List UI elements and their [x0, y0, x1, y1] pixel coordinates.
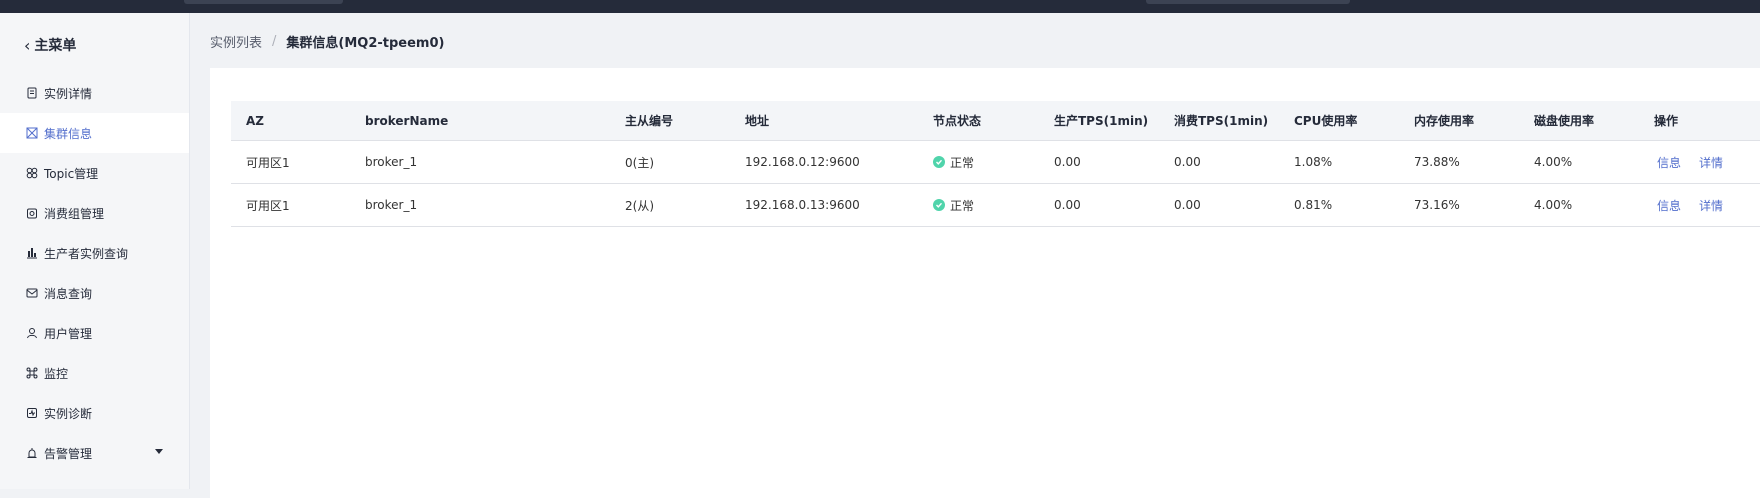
sidebar-item-label: 消费组管理 — [44, 206, 105, 221]
sidebar-item-monitor[interactable]: 监控 — [0, 353, 189, 393]
info-link[interactable]: 信息 — [1657, 141, 1681, 183]
sidebar-item-label: 集群信息 — [44, 126, 93, 141]
sidebar-item-label: 用户管理 — [44, 326, 93, 341]
grid-icon — [26, 167, 38, 179]
cell-mem: 73.16% — [1414, 198, 1460, 212]
breadcrumb-parent-link[interactable]: 实例列表 — [210, 32, 262, 51]
table-row: 可用区1 broker_1 0(主) 192.168.0.12:9600 正常 … — [231, 141, 1760, 184]
column-header-mem: 内存使用率 — [1414, 114, 1475, 128]
column-header-broker-name: brokerName — [365, 113, 449, 128]
info-link[interactable]: 信息 — [1657, 184, 1681, 226]
table-row: 可用区1 broker_1 2(从) 192.168.0.13:9600 正常 … — [231, 184, 1760, 227]
cell-status: 正常 — [933, 141, 974, 183]
sidebar-item-label: Topic管理 — [44, 166, 99, 181]
sidebar-item-label: 实例详情 — [44, 86, 93, 101]
check-circle-icon — [933, 156, 945, 168]
column-header-status: 节点状态 — [933, 114, 982, 128]
diagnose-icon — [26, 407, 38, 419]
sidebar-item-cluster-info[interactable]: 集群信息 — [0, 113, 189, 153]
bar-chart-icon — [26, 247, 38, 259]
column-header-produce-tps: 生产TPS(1min) — [1054, 114, 1149, 128]
column-header-cpu: CPU使用率 — [1294, 114, 1358, 128]
sidebar-item-instance-detail[interactable]: 实例详情 — [0, 73, 189, 113]
cell-mem: 73.88% — [1414, 155, 1460, 169]
cell-address: 192.168.0.13:9600 — [745, 198, 860, 212]
document-icon — [26, 87, 38, 99]
top-search-box[interactable] — [184, 0, 343, 4]
sidebar-item-alarm[interactable]: 告警管理 — [0, 433, 189, 473]
sidebar-item-label: 告警管理 — [44, 446, 93, 461]
sidebar-item-label: 监控 — [44, 366, 69, 381]
back-label: 主菜单 — [34, 38, 77, 54]
monitor-icon — [26, 367, 38, 379]
breadcrumb: 实例列表 / 集群信息(MQ2-tpeem0) — [210, 32, 444, 51]
detail-link[interactable]: 详情 — [1699, 184, 1723, 226]
column-header-operation: 操作 — [1654, 114, 1679, 128]
detail-link[interactable]: 详情 — [1699, 141, 1723, 183]
sidebar-item-message-query[interactable]: 消息查询 — [0, 273, 189, 313]
sidebar-item-label: 实例诊断 — [44, 406, 93, 421]
cell-produce-tps: 0.00 — [1054, 198, 1081, 212]
column-header-disk: 磁盘使用率 — [1534, 114, 1595, 128]
cell-role: 2(从) — [625, 198, 654, 213]
sidebar-item-label: 生产者实例查询 — [44, 246, 129, 261]
sidebar-item-diagnose[interactable]: 实例诊断 — [0, 393, 189, 433]
top-right-box[interactable] — [1146, 0, 1350, 4]
chevron-left-icon: ‹ — [24, 35, 31, 55]
cell-disk: 4.00% — [1534, 198, 1573, 212]
column-header-address: 地址 — [745, 114, 770, 128]
caret-down-icon[interactable] — [155, 449, 163, 454]
cell-broker-name: broker_1 — [365, 155, 418, 169]
sidebar-item-label: 消息查询 — [44, 286, 93, 301]
sidebar: ‹ 主菜单 实例详情 集群信息 Topic管理 消费组管理 生产者实例查询 消息… — [0, 13, 190, 489]
breadcrumb-current: 集群信息(MQ2-tpeem0) — [286, 36, 445, 51]
alarm-icon — [26, 447, 38, 459]
cell-consume-tps: 0.00 — [1174, 155, 1201, 169]
cluster-table: AZ brokerName 主从编号 地址 节点状态 生产TPS(1min) 消… — [231, 101, 1760, 227]
cell-consume-tps: 0.00 — [1174, 198, 1201, 212]
group-icon — [26, 207, 38, 219]
cell-disk: 4.00% — [1534, 155, 1573, 169]
cluster-card: AZ brokerName 主从编号 地址 节点状态 生产TPS(1min) 消… — [210, 68, 1760, 498]
message-icon — [26, 287, 38, 299]
cell-broker-name: broker_1 — [365, 198, 418, 212]
sidebar-item-producer-query[interactable]: 生产者实例查询 — [0, 233, 189, 273]
cell-role: 0(主) — [625, 155, 654, 170]
cell-az: 可用区1 — [246, 155, 290, 170]
sidebar-item-topic[interactable]: Topic管理 — [0, 153, 189, 193]
column-header-consume-tps: 消费TPS(1min) — [1174, 114, 1269, 128]
column-header-role: 主从编号 — [625, 114, 674, 128]
sidebar-menu: 实例详情 集群信息 Topic管理 消费组管理 生产者实例查询 消息查询 用户管… — [0, 73, 189, 473]
check-circle-icon — [933, 199, 945, 211]
breadcrumb-separator: / — [272, 34, 277, 49]
cell-cpu: 0.81% — [1294, 198, 1333, 212]
main-content: 实例列表 / 集群信息(MQ2-tpeem0) AZ brokerName 主从… — [190, 13, 1760, 498]
cluster-icon — [26, 127, 38, 139]
cell-cpu: 1.08% — [1294, 155, 1333, 169]
status-text: 正常 — [950, 198, 975, 213]
sidebar-item-consumer-group[interactable]: 消费组管理 — [0, 193, 189, 233]
column-header-az: AZ — [246, 113, 264, 128]
back-to-main-menu[interactable]: ‹ 主菜单 — [24, 35, 76, 55]
user-icon — [26, 327, 38, 339]
cell-produce-tps: 0.00 — [1054, 155, 1081, 169]
table-header-row: AZ brokerName 主从编号 地址 节点状态 生产TPS(1min) 消… — [231, 101, 1760, 141]
top-navigation-bar — [0, 0, 1760, 13]
sidebar-item-user-management[interactable]: 用户管理 — [0, 313, 189, 353]
cell-address: 192.168.0.12:9600 — [745, 155, 860, 169]
status-text: 正常 — [950, 155, 975, 170]
cell-az: 可用区1 — [246, 198, 290, 213]
cell-status: 正常 — [933, 184, 974, 226]
